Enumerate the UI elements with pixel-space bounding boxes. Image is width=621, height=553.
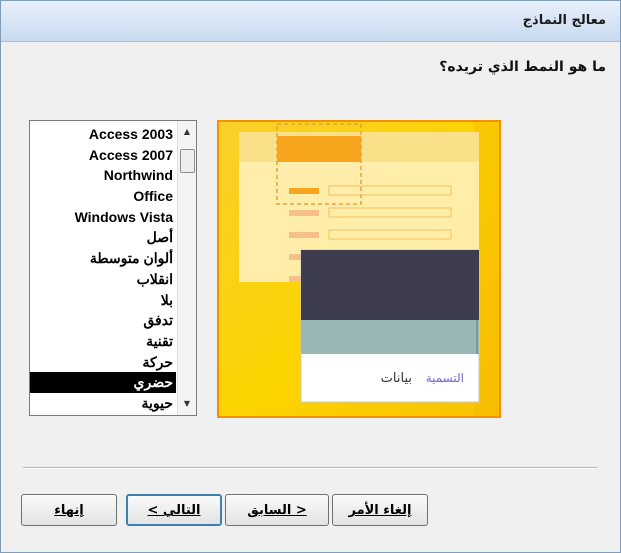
finish-button[interactable]: إنهاء (21, 494, 117, 526)
scroll-thumb[interactable] (180, 149, 195, 173)
separator-line (23, 467, 597, 469)
preview-title-block (277, 136, 361, 162)
preview-card-band (301, 320, 479, 354)
form-wizard-dialog: معالج النماذج ما هو النمط الذي تريده؟ Ac… (0, 0, 621, 553)
scroll-up-arrow-icon[interactable]: ▲ (178, 123, 196, 141)
list-item[interactable]: حركة (30, 352, 176, 373)
cancel-button-label: إلغاء الأمر (348, 503, 412, 518)
list-item[interactable]: أصل (30, 227, 176, 248)
list-item-selected[interactable]: حضري (30, 372, 176, 393)
style-list-items: Access 2003 Access 2007 Northwind Office… (30, 124, 176, 414)
title-bar[interactable]: معالج النماذج (1, 1, 620, 42)
next-button-label: التالي > (147, 503, 201, 518)
preview-illustration: التسمية بيانات (239, 122, 499, 416)
list-item[interactable]: Access 2003 (30, 124, 176, 145)
list-item[interactable]: بلا (30, 290, 176, 311)
list-item[interactable]: Access 2007 (30, 145, 176, 166)
style-prompt: ما هو النمط الذي تريده؟ (439, 59, 606, 75)
list-item[interactable]: حيوية (30, 393, 176, 414)
preview-label-2 (289, 210, 319, 216)
list-item[interactable]: ألوان متوسطة (30, 248, 176, 269)
preview-data-text: بيانات (381, 371, 412, 386)
finish-button-label: إنهاء (54, 503, 84, 518)
list-item[interactable]: Northwind (30, 165, 176, 186)
window-title: معالج النماذج (522, 13, 606, 28)
preview-label-1 (289, 188, 319, 194)
next-button[interactable]: التالي > (126, 494, 222, 526)
list-item[interactable]: Office (30, 186, 176, 207)
style-preview: التسمية بيانات (217, 120, 501, 418)
preview-caption-text: التسمية (426, 371, 464, 385)
list-item[interactable]: Windows Vista (30, 207, 176, 228)
cancel-button[interactable]: إلغاء الأمر (332, 494, 428, 526)
list-scrollbar[interactable]: ▲ ▼ (177, 121, 196, 415)
list-item[interactable]: تقنية (30, 331, 176, 352)
style-listbox[interactable]: Access 2003 Access 2007 Northwind Office… (29, 120, 197, 416)
preview-card-header (301, 250, 479, 320)
preview-label-3 (289, 232, 319, 238)
list-item[interactable]: انقلاب (30, 269, 176, 290)
list-item[interactable]: تدفق (30, 310, 176, 331)
back-button-label: < السابق (247, 503, 307, 518)
scroll-down-arrow-icon[interactable]: ▼ (178, 395, 196, 413)
back-button[interactable]: < السابق (225, 494, 329, 526)
